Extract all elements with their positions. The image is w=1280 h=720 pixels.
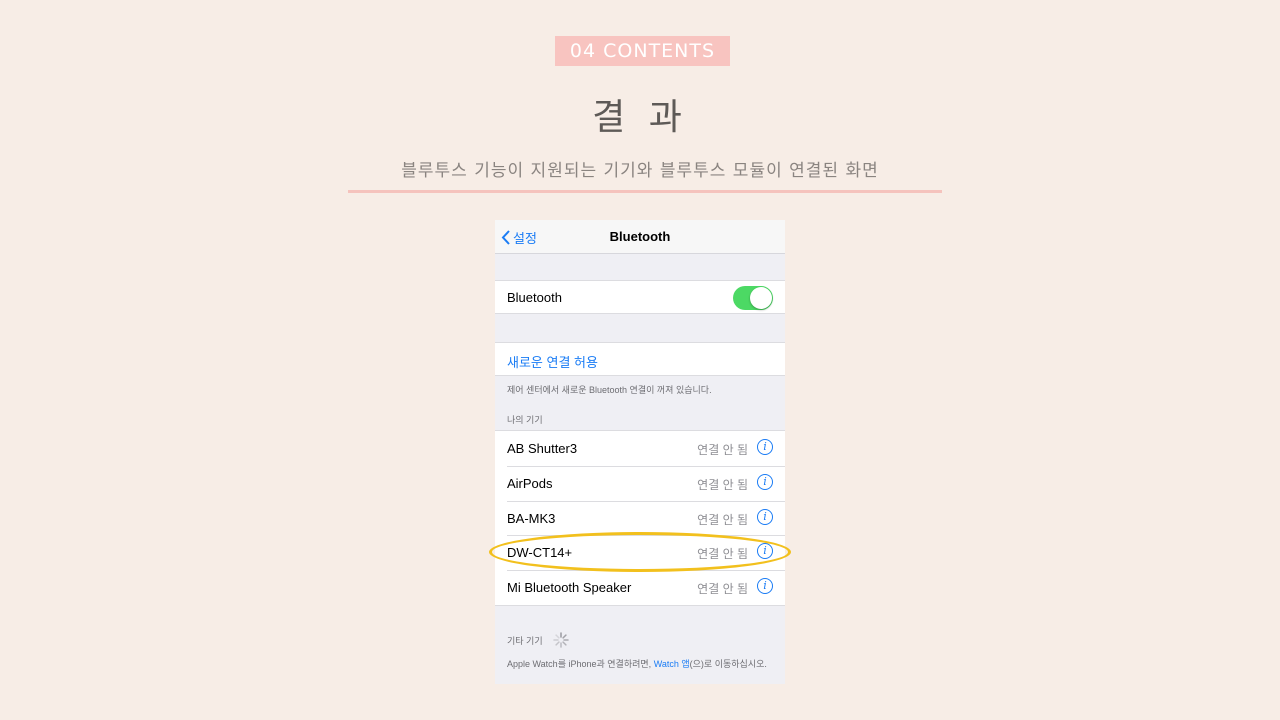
my-devices-header: 나의 기기 [507,415,543,425]
info-circle-icon[interactable]: i [757,508,773,525]
device-row[interactable]: AB Shutter3 연결 안 됨 i [495,431,785,466]
device-row[interactable]: Mi Bluetooth Speaker 연결 안 됨 i [495,570,785,605]
nav-bar: 설정 Bluetooth [495,220,785,254]
watch-note-suffix: (으)로 이동하십시오. [689,659,767,669]
spinner-icon [553,632,569,648]
device-name: AB Shutter3 [507,441,578,456]
bluetooth-settings-screenshot: 설정 Bluetooth Bluetooth 새로운 연결 허용 제어 센터에서… [495,220,785,684]
section-tag: 04 CONTENTS [555,36,730,66]
device-name: BA-MK3 [507,510,556,526]
title-divider [348,190,942,193]
watch-app-link[interactable]: Watch 앱 [654,659,690,669]
device-status: 연결 안 됨 [697,512,748,527]
watch-note-prefix: Apple Watch를 iPhone과 연결하려면, [507,659,654,669]
other-devices-header: 기타 기기 [507,636,543,646]
info-circle-icon[interactable]: i [757,578,773,595]
bluetooth-toggle[interactable] [733,286,773,310]
device-status: 연결 안 됨 [697,443,748,457]
nav-title: Bluetooth [609,229,671,244]
allow-new-connections-row[interactable]: 새로운 연결 허용 [495,342,785,376]
allow-new-connections-label[interactable]: 새로운 연결 허용 [507,352,598,371]
my-devices-list: AB Shutter3 연결 안 됨 i AirPods 연결 안 됨 i BA… [495,430,785,606]
slide-subtitle: 블루투스 기능이 지원되는 기기와 블루투스 모듈이 연결된 화면 [401,161,879,181]
device-status: 연결 안 됨 [697,477,748,492]
apple-watch-note: Apple Watch를 iPhone과 연결하려면, Watch 앱(으)로 … [507,658,767,670]
bluetooth-toggle-row: Bluetooth [495,280,785,314]
slide-title: 결 과 [592,97,688,138]
info-circle-icon[interactable]: i [757,439,773,455]
device-status: 연결 안 됨 [697,582,748,597]
toggle-knob [750,287,772,309]
bluetooth-label: Bluetooth [507,290,562,305]
info-circle-icon[interactable]: i [757,473,773,490]
control-center-note: 제어 센터에서 새로운 Bluetooth 연결이 꺼져 있습니다. [507,385,712,395]
device-row[interactable]: AirPods 연결 안 됨 i [495,465,785,501]
highlight-ellipse [489,532,791,572]
device-name: Mi Bluetooth Speaker [507,580,632,596]
device-name: AirPods [507,475,553,491]
device-row[interactable]: BA-MK3 연결 안 됨 i [495,500,785,536]
